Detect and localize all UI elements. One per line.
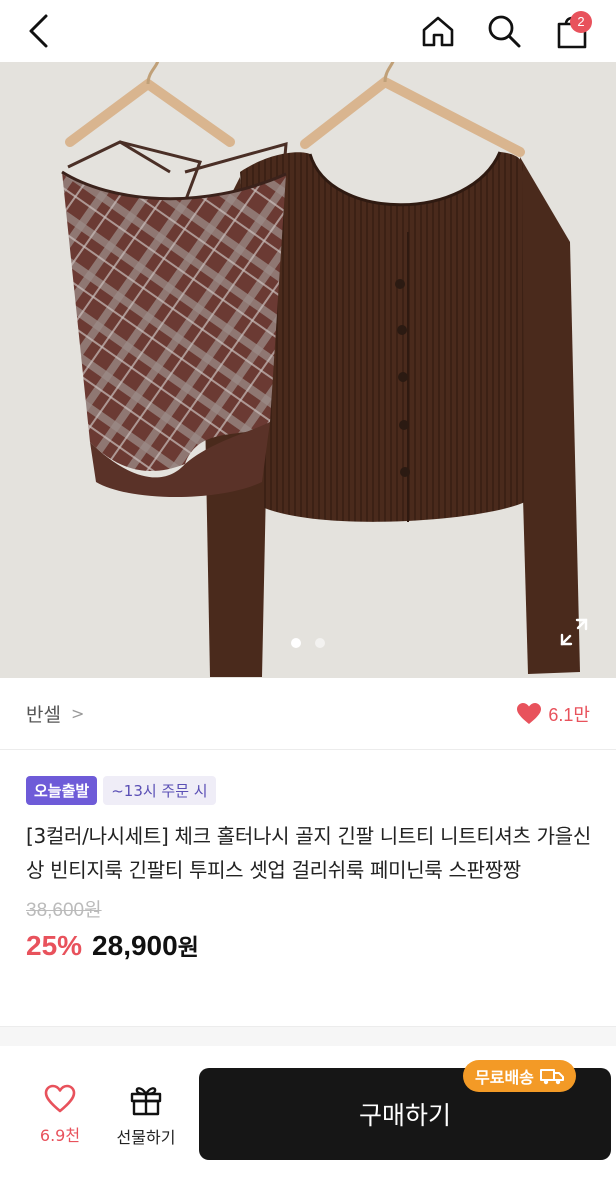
- order-cutoff-badge: ~13시 주문 시: [103, 776, 216, 805]
- cart-button[interactable]: 2: [546, 0, 598, 62]
- original-price: 38,600원: [26, 900, 102, 921]
- gift-icon: [130, 1087, 162, 1116]
- product-title: [3컬러/나시세트] 체크 홀터나시 골지 긴팔 니트티 니트티셔츠 가을신상 …: [26, 824, 591, 882]
- carousel-dot-2[interactable]: [315, 638, 325, 648]
- seller-row: 반셀 > 6.1만: [0, 678, 616, 750]
- heart-icon: [517, 702, 542, 724]
- gift-label: 선물하기: [116, 1128, 176, 1147]
- delivery-truck-icon: [539, 1069, 564, 1085]
- carousel-indicator: [0, 638, 616, 648]
- seller-link[interactable]: 반셀 >: [26, 700, 84, 727]
- currency-unit: 원: [177, 934, 199, 960]
- delivery-badges: 오늘출발 ~13시 주문 시: [26, 776, 596, 805]
- expand-image-button[interactable]: [558, 616, 590, 648]
- bottom-action-bar: 6.9천 선물하기 구매하기 무료배송: [0, 1046, 616, 1200]
- seller-likes[interactable]: 6.1만: [516, 701, 590, 727]
- heart-outline-icon: [44, 1084, 76, 1113]
- price-row: 25% 28,900원: [26, 928, 596, 962]
- product-photo: [0, 62, 616, 678]
- free-shipping-badge: 무료배송: [463, 1060, 576, 1092]
- search-icon: [488, 15, 521, 48]
- today-shipping-badge: 오늘출발: [26, 776, 98, 805]
- home-button[interactable]: [414, 0, 462, 62]
- chevron-left-icon: [29, 14, 48, 48]
- home-icon: [422, 16, 454, 47]
- expand-icon: [560, 618, 588, 646]
- carousel-dot-1[interactable]: [291, 638, 301, 648]
- back-button[interactable]: [14, 0, 62, 62]
- seller-name: 반셀: [26, 704, 61, 726]
- wishlist-button[interactable]: 6.9천: [20, 1084, 100, 1152]
- wishlist-count: 6.9천: [39, 1126, 81, 1145]
- section-divider: [0, 1026, 616, 1046]
- sale-price: 28,900원: [92, 928, 199, 962]
- search-button[interactable]: [480, 0, 528, 62]
- product-info: 오늘출발 ~13시 주문 시 [3컬러/나시세트] 체크 홀터나시 골지 긴팔 …: [26, 776, 596, 962]
- product-image-carousel[interactable]: [0, 62, 616, 678]
- chevron-right-icon: >: [70, 704, 85, 723]
- cart-count-badge: 2: [570, 11, 592, 33]
- gift-button[interactable]: 선물하기: [104, 1084, 188, 1152]
- top-navigation-bar: 2: [0, 0, 616, 62]
- sale-price-value: 28,900: [92, 930, 178, 961]
- free-shipping-label: 무료배송: [475, 1068, 534, 1087]
- likes-count: 6.1만: [548, 704, 590, 725]
- discount-rate: 25%: [26, 930, 83, 961]
